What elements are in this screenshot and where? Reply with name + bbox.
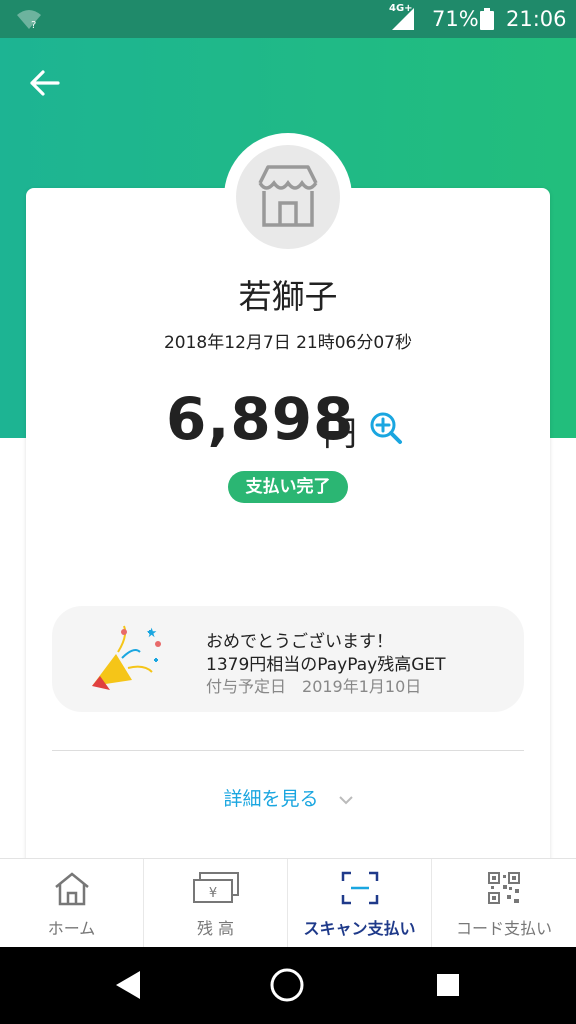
reward-amount: 1379円相当のPayPay残高GET <box>206 655 446 675</box>
tab-balance[interactable]: ¥ 残 高 <box>144 859 287 948</box>
qr-code-icon <box>488 872 520 904</box>
signal-icon <box>392 8 414 30</box>
reward-title: おめでとうございます！ <box>206 632 393 652</box>
home-icon <box>54 872 89 906</box>
system-nav-bar <box>0 947 576 1024</box>
balance-icon: ¥ <box>192 872 239 903</box>
tab-label: ホーム <box>47 919 96 938</box>
status-bar: ? 4G+ 71% 21:06 <box>0 0 576 38</box>
bottom-tab-bar: ホーム ¥ 残 高 スキャン支払い コード支払い <box>0 858 576 948</box>
nav-home-icon[interactable] <box>268 966 306 1004</box>
svg-text:¥: ¥ <box>208 886 216 901</box>
divider <box>52 750 524 751</box>
wifi-icon: ? <box>17 10 41 30</box>
tab-home[interactable]: ホーム <box>0 859 143 948</box>
party-popper-icon <box>92 625 161 690</box>
zoom-in-icon[interactable] <box>369 411 403 445</box>
currency-unit: 円 <box>323 414 357 454</box>
tab-label: スキャン支払い <box>303 919 416 938</box>
reward-date-row: 付与予定日 2019年1月10日 <box>206 673 421 697</box>
merchant-avatar <box>236 145 340 249</box>
tab-code-pay[interactable]: コード支払い <box>432 859 576 948</box>
reward-date-label: 付与予定日 <box>206 677 287 696</box>
battery-icon <box>480 8 494 30</box>
tab-label: コード支払い <box>455 919 552 938</box>
tab-label: 残 高 <box>196 919 235 938</box>
nav-back-icon[interactable] <box>114 969 142 1001</box>
scan-icon <box>341 871 378 905</box>
chevron-down-icon <box>338 795 353 804</box>
clock: 21:06 <box>506 7 567 31</box>
svg-text:?: ? <box>31 20 36 30</box>
merchant-name: 若獅子 <box>238 277 338 316</box>
nav-recents-icon[interactable] <box>436 973 460 997</box>
details-label: 詳細を見る <box>223 788 319 810</box>
store-icon <box>258 165 318 227</box>
payment-datetime: 2018年12月7日 21時06分07秒 <box>163 333 412 353</box>
amount-row: 6,898 円 <box>0 385 576 455</box>
details-toggle[interactable]: 詳細を見る <box>0 784 576 811</box>
reward-banner: おめでとうございます！ 1379円相当のPayPay残高GET 付与予定日 201… <box>52 606 524 712</box>
tab-scan-pay[interactable]: スキャン支払い <box>288 859 431 948</box>
status-badge: 支払い完了 <box>228 471 348 503</box>
battery-percent: 71% <box>432 7 479 31</box>
reward-date-value: 2019年1月10日 <box>302 677 422 696</box>
back-arrow-icon[interactable] <box>26 64 64 102</box>
